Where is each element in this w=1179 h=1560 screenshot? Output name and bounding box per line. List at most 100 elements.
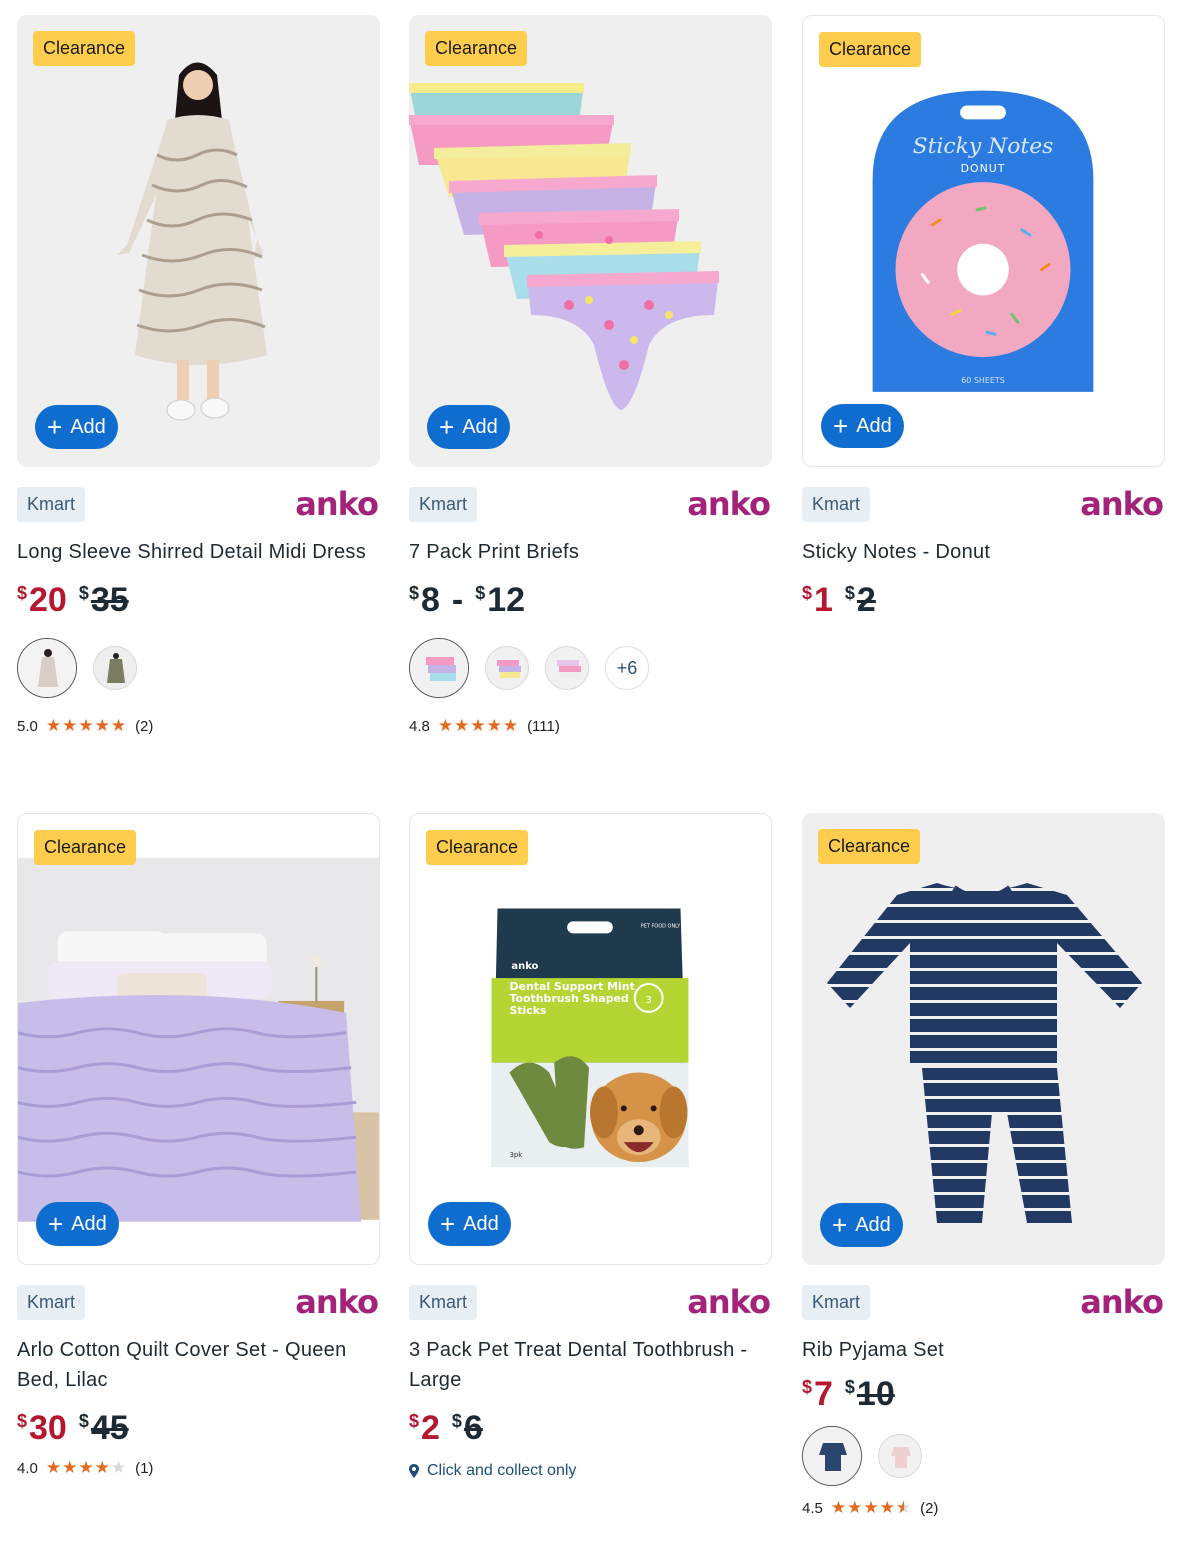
dress-image <box>117 62 267 421</box>
sale-price: $2 <box>409 1409 440 1447</box>
original-price: $35 <box>78 581 129 619</box>
rating[interactable]: 4.5 ★★★★★★ (2) <box>802 1498 1165 1518</box>
add-to-cart-button[interactable]: + Add <box>428 1202 511 1246</box>
price: $20 $35 <box>17 581 380 620</box>
price: $2 $6 <box>409 1409 772 1448</box>
clearance-badge: Clearance <box>426 830 529 865</box>
sale-price: $30 <box>17 1409 67 1447</box>
click-and-collect-note: Click and collect only <box>409 1462 772 1480</box>
product-title[interactable]: 3 Pack Pet Treat Dental Toothbrush - Lar… <box>409 1335 772 1395</box>
svg-text:DONUT: DONUT <box>961 162 1006 175</box>
star-rating-icon: ★★★★★★ <box>830 1498 913 1517</box>
more-swatches-button[interactable]: +6 <box>605 646 649 690</box>
color-swatches <box>17 638 380 698</box>
price-high: $12 <box>475 581 526 619</box>
brand-logo[interactable]: anko <box>295 1283 379 1321</box>
product-card[interactable]: Clearance + Add Kmart anko 7 Pack Print … <box>409 15 772 736</box>
product-card[interactable]: Clearance Sticky Notes DONUT 60 SHEETS + <box>802 15 1165 620</box>
product-image[interactable]: Clearance + Add <box>17 813 380 1265</box>
clearance-badge: Clearance <box>33 31 136 66</box>
color-swatches: +6 <box>409 638 772 698</box>
brand-logo[interactable]: anko <box>1080 485 1164 523</box>
plus-icon: + <box>47 412 63 442</box>
plus-icon: + <box>440 1209 456 1239</box>
product-image[interactable]: Clearance Sticky Notes DONUT 60 SHEETS + <box>802 15 1165 467</box>
plus-icon: + <box>439 412 455 442</box>
swatch-option[interactable] <box>545 646 589 690</box>
pet-treat-image: PET FOOD ONLY anko Dental Support Mint T… <box>491 908 689 1168</box>
price: $7 $10 <box>802 1375 1165 1414</box>
add-to-cart-button[interactable]: + Add <box>821 404 904 448</box>
svg-text:Sticky Notes: Sticky Notes <box>913 134 1054 159</box>
product-card[interactable]: Clearance + Add Kmart anko Rib Pyjama Se… <box>802 813 1165 1518</box>
star-rating-icon: ★★★★★ <box>45 716 128 735</box>
pyjama-image <box>827 883 1142 1223</box>
product-card[interactable]: Clearance + Add Kmart anko Arlo Cotton Q… <box>17 813 380 1478</box>
add-to-cart-button[interactable]: + Add <box>820 1203 903 1247</box>
color-swatches <box>802 1426 1165 1486</box>
add-to-cart-button[interactable]: + Add <box>36 1202 119 1246</box>
plus-icon: + <box>833 411 849 441</box>
swatch-option[interactable] <box>17 638 77 698</box>
product-title[interactable]: Sticky Notes - Donut <box>802 537 1165 567</box>
product-image[interactable]: Clearance + Add <box>409 15 772 467</box>
store-chip: Kmart <box>17 1285 86 1320</box>
svg-text:3pk: 3pk <box>509 1151 522 1159</box>
swatch-option[interactable] <box>878 1434 922 1478</box>
plus-icon: + <box>48 1209 64 1239</box>
product-card[interactable]: Clearance PET FOOD ONLY anko Dental Supp… <box>409 813 772 1480</box>
price-low: $8 <box>409 581 440 619</box>
store-chip: Kmart <box>409 487 478 522</box>
store-chip: Kmart <box>802 1285 871 1320</box>
price: $30 $45 <box>17 1409 380 1448</box>
quilt-cover-image <box>18 857 379 1222</box>
sale-price: $20 <box>17 581 67 619</box>
brand-logo[interactable]: anko <box>295 485 379 523</box>
star-rating-icon: ★★★★★ <box>437 716 520 735</box>
svg-text:PET FOOD ONLY: PET FOOD ONLY <box>641 923 682 929</box>
sale-price: $1 <box>802 581 833 619</box>
rating[interactable]: 4.8 ★★★★★ (111) <box>409 716 772 736</box>
product-card[interactable]: Clearance + Add Kmart anko Long Sleeve S… <box>17 15 380 736</box>
briefs-image <box>409 83 719 410</box>
store-chip: Kmart <box>17 487 86 522</box>
plus-icon: + <box>832 1210 848 1240</box>
star-rating-icon: ★★★★★ <box>45 1458 128 1477</box>
location-pin-icon <box>409 1464 419 1478</box>
sale-price: $7 <box>802 1375 833 1413</box>
product-title[interactable]: Arlo Cotton Quilt Cover Set - Queen Bed,… <box>17 1335 380 1395</box>
brand-logo[interactable]: anko <box>1080 1283 1164 1321</box>
price: $8 - $12 <box>409 581 526 619</box>
store-chip: Kmart <box>409 1285 478 1320</box>
store-chip: Kmart <box>802 487 871 522</box>
product-title[interactable]: Long Sleeve Shirred Detail Midi Dress <box>17 537 380 567</box>
svg-text:60 SHEETS: 60 SHEETS <box>961 376 1005 385</box>
svg-text:anko: anko <box>511 961 538 972</box>
price: $1 $2 <box>802 581 1165 620</box>
add-to-cart-button[interactable]: + Add <box>35 405 118 449</box>
swatch-option[interactable] <box>802 1426 862 1486</box>
add-to-cart-button[interactable]: + Add <box>427 405 510 449</box>
product-image[interactable]: Clearance + Add <box>802 813 1165 1265</box>
clearance-badge: Clearance <box>34 830 137 865</box>
original-price: $2 <box>844 581 876 619</box>
product-image[interactable]: Clearance + Add <box>17 15 380 467</box>
product-image[interactable]: Clearance PET FOOD ONLY anko Dental Supp… <box>409 813 772 1265</box>
rating[interactable]: 4.0 ★★★★★ (1) <box>17 1458 380 1478</box>
clearance-badge: Clearance <box>818 829 921 864</box>
swatch-option[interactable] <box>485 646 529 690</box>
original-price: $45 <box>78 1409 129 1447</box>
product-title[interactable]: 7 Pack Print Briefs <box>409 537 772 567</box>
swatch-option[interactable] <box>93 646 137 690</box>
product-title[interactable]: Rib Pyjama Set <box>802 1335 1165 1365</box>
brand-logo[interactable]: anko <box>687 1283 771 1321</box>
sticky-notes-image: Sticky Notes DONUT 60 SHEETS <box>872 90 1094 392</box>
clearance-badge: Clearance <box>425 31 528 66</box>
swatch-option[interactable] <box>409 638 469 698</box>
clearance-badge: Clearance <box>819 32 922 67</box>
rating[interactable]: 5.0 ★★★★★ (2) <box>17 716 380 736</box>
brand-logo[interactable]: anko <box>687 485 771 523</box>
original-price: $10 <box>844 1375 895 1413</box>
svg-text:3: 3 <box>646 995 652 1006</box>
original-price: $6 <box>451 1409 483 1447</box>
